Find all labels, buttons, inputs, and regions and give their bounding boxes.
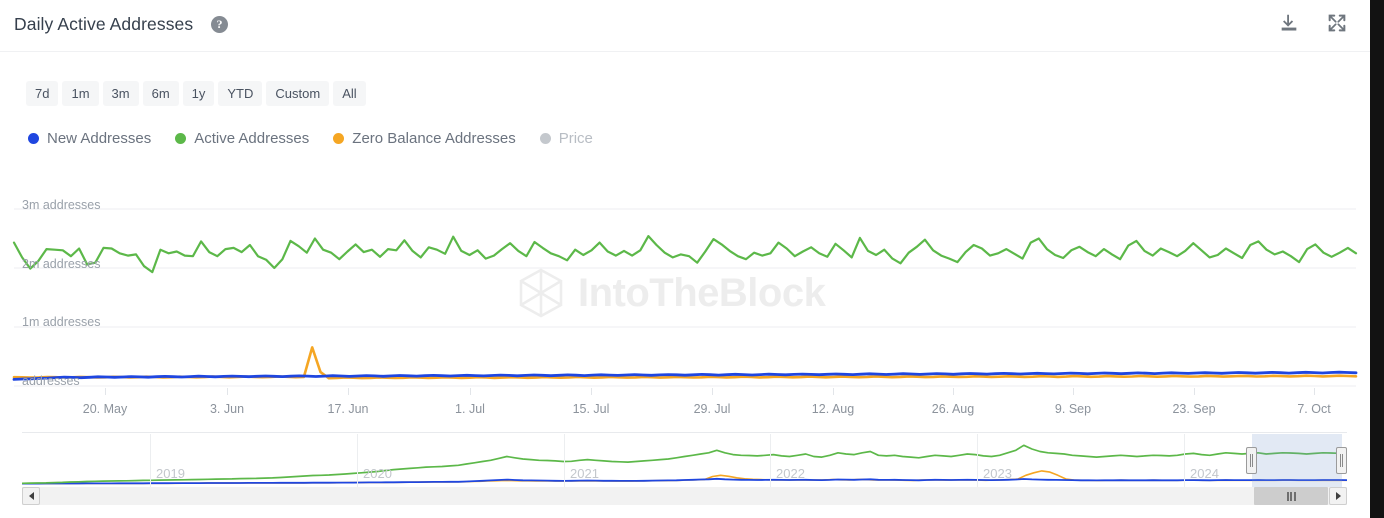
x-axis-tick-label: 7. Oct [1297, 402, 1330, 416]
x-axis-tick-label: 26. Aug [932, 402, 974, 416]
range-button-1y[interactable]: 1y [183, 81, 215, 106]
navigator-year-gridline [1184, 434, 1185, 488]
x-axis-tick-mark [591, 388, 592, 395]
navigator-year-label: 2023 [983, 466, 1012, 481]
x-axis-tick-mark [712, 388, 713, 395]
legend-dot-icon [175, 133, 186, 144]
scroll-left-arrow[interactable] [22, 487, 40, 505]
chart-plot-area [0, 180, 1370, 395]
chart-navigator[interactable]: 2019 2020 2021 2022 2023 2024 [22, 432, 1347, 488]
legend-label: Price [559, 130, 593, 147]
header-actions [1278, 12, 1348, 34]
navigator-year-label: 2021 [570, 466, 599, 481]
navigator-svg [22, 434, 1347, 488]
x-axis-tick-mark [227, 388, 228, 395]
x-axis-tick-label: 20. May [83, 402, 127, 416]
series-line-zero-balance-addresses [22, 471, 1347, 484]
navigator-handle-right[interactable] [1336, 447, 1347, 474]
widget-header: Daily Active Addresses ? [0, 0, 1370, 52]
navigator-year-gridline [150, 434, 151, 488]
legend-dot-icon [333, 133, 344, 144]
range-button-all[interactable]: All [333, 81, 365, 106]
x-axis-tick-mark [1314, 388, 1315, 395]
legend-dot-icon [28, 133, 39, 144]
navigator-handle-left[interactable] [1246, 447, 1257, 474]
range-button-6m[interactable]: 6m [143, 81, 179, 106]
x-axis-tick-label: 29. Jul [694, 402, 731, 416]
x-axis-tick-mark [470, 388, 471, 395]
x-axis-tick-label: 9. Sep [1055, 402, 1091, 416]
x-axis-tick-mark [105, 388, 106, 395]
fullscreen-icon[interactable] [1326, 12, 1348, 34]
range-button-custom[interactable]: Custom [266, 81, 329, 106]
download-icon[interactable] [1278, 12, 1300, 34]
navigator-year-gridline [977, 434, 978, 488]
range-button-ytd[interactable]: YTD [218, 81, 262, 106]
time-range-selector: 7d1m3m6m1yYTDCustomAll [26, 81, 366, 106]
x-axis-tick-label: 17. Jun [327, 402, 368, 416]
navigator-year-label: 2022 [776, 466, 805, 481]
range-button-1m[interactable]: 1m [62, 81, 98, 106]
page-edge [1370, 0, 1384, 518]
x-axis-tick-label: 12. Aug [812, 402, 854, 416]
series-line-active-addresses [14, 236, 1356, 272]
navigator-year-gridline [564, 434, 565, 488]
x-axis-tick-label: 15. Jul [573, 402, 610, 416]
navigator-year-label: 2024 [1190, 466, 1219, 481]
navigator-scrollbar[interactable] [22, 487, 1347, 505]
scroll-right-arrow[interactable] [1329, 487, 1347, 505]
legend-dot-icon [540, 133, 551, 144]
x-axis-tick-mark [1194, 388, 1195, 395]
x-axis-tick-mark [1073, 388, 1074, 395]
x-axis: 20. May 3. Jun 17. Jun 1. Jul 15. Jul 29. Jul… [0, 388, 1370, 416]
x-axis-tick-mark [833, 388, 834, 395]
chart-legend: New Addresses Active Addresses Zero Balanc… [28, 130, 593, 147]
series-line-active-addresses [22, 445, 1347, 483]
question-mark-icon[interactable]: ? [211, 16, 228, 33]
legend-label: New Addresses [47, 130, 151, 147]
page-title: Daily Active Addresses [14, 14, 193, 35]
main-chart-svg [0, 180, 1370, 395]
x-axis-tick-mark [953, 388, 954, 395]
legend-item-price[interactable]: Price [540, 130, 593, 147]
range-button-3m[interactable]: 3m [103, 81, 139, 106]
range-button-7d[interactable]: 7d [26, 81, 58, 106]
x-axis-tick-label: 3. Jun [210, 402, 244, 416]
chart-widget: Daily Active Addresses ? 7d1m3m6m1yYTDCu… [0, 0, 1384, 518]
legend-item-new-addresses[interactable]: New Addresses [28, 130, 151, 147]
navigator-year-label: 2020 [363, 466, 392, 481]
legend-label: Zero Balance Addresses [352, 130, 515, 147]
navigator-year-label: 2019 [156, 466, 185, 481]
scrollbar-thumb[interactable] [1254, 487, 1328, 505]
legend-label: Active Addresses [194, 130, 309, 147]
navigator-year-gridline [770, 434, 771, 488]
x-axis-tick-mark [348, 388, 349, 395]
x-axis-tick-label: 1. Jul [455, 402, 485, 416]
navigator-year-gridline [357, 434, 358, 488]
legend-item-zero-balance-addresses[interactable]: Zero Balance Addresses [333, 130, 515, 147]
legend-item-active-addresses[interactable]: Active Addresses [175, 130, 309, 147]
x-axis-tick-label: 23. Sep [1172, 402, 1215, 416]
